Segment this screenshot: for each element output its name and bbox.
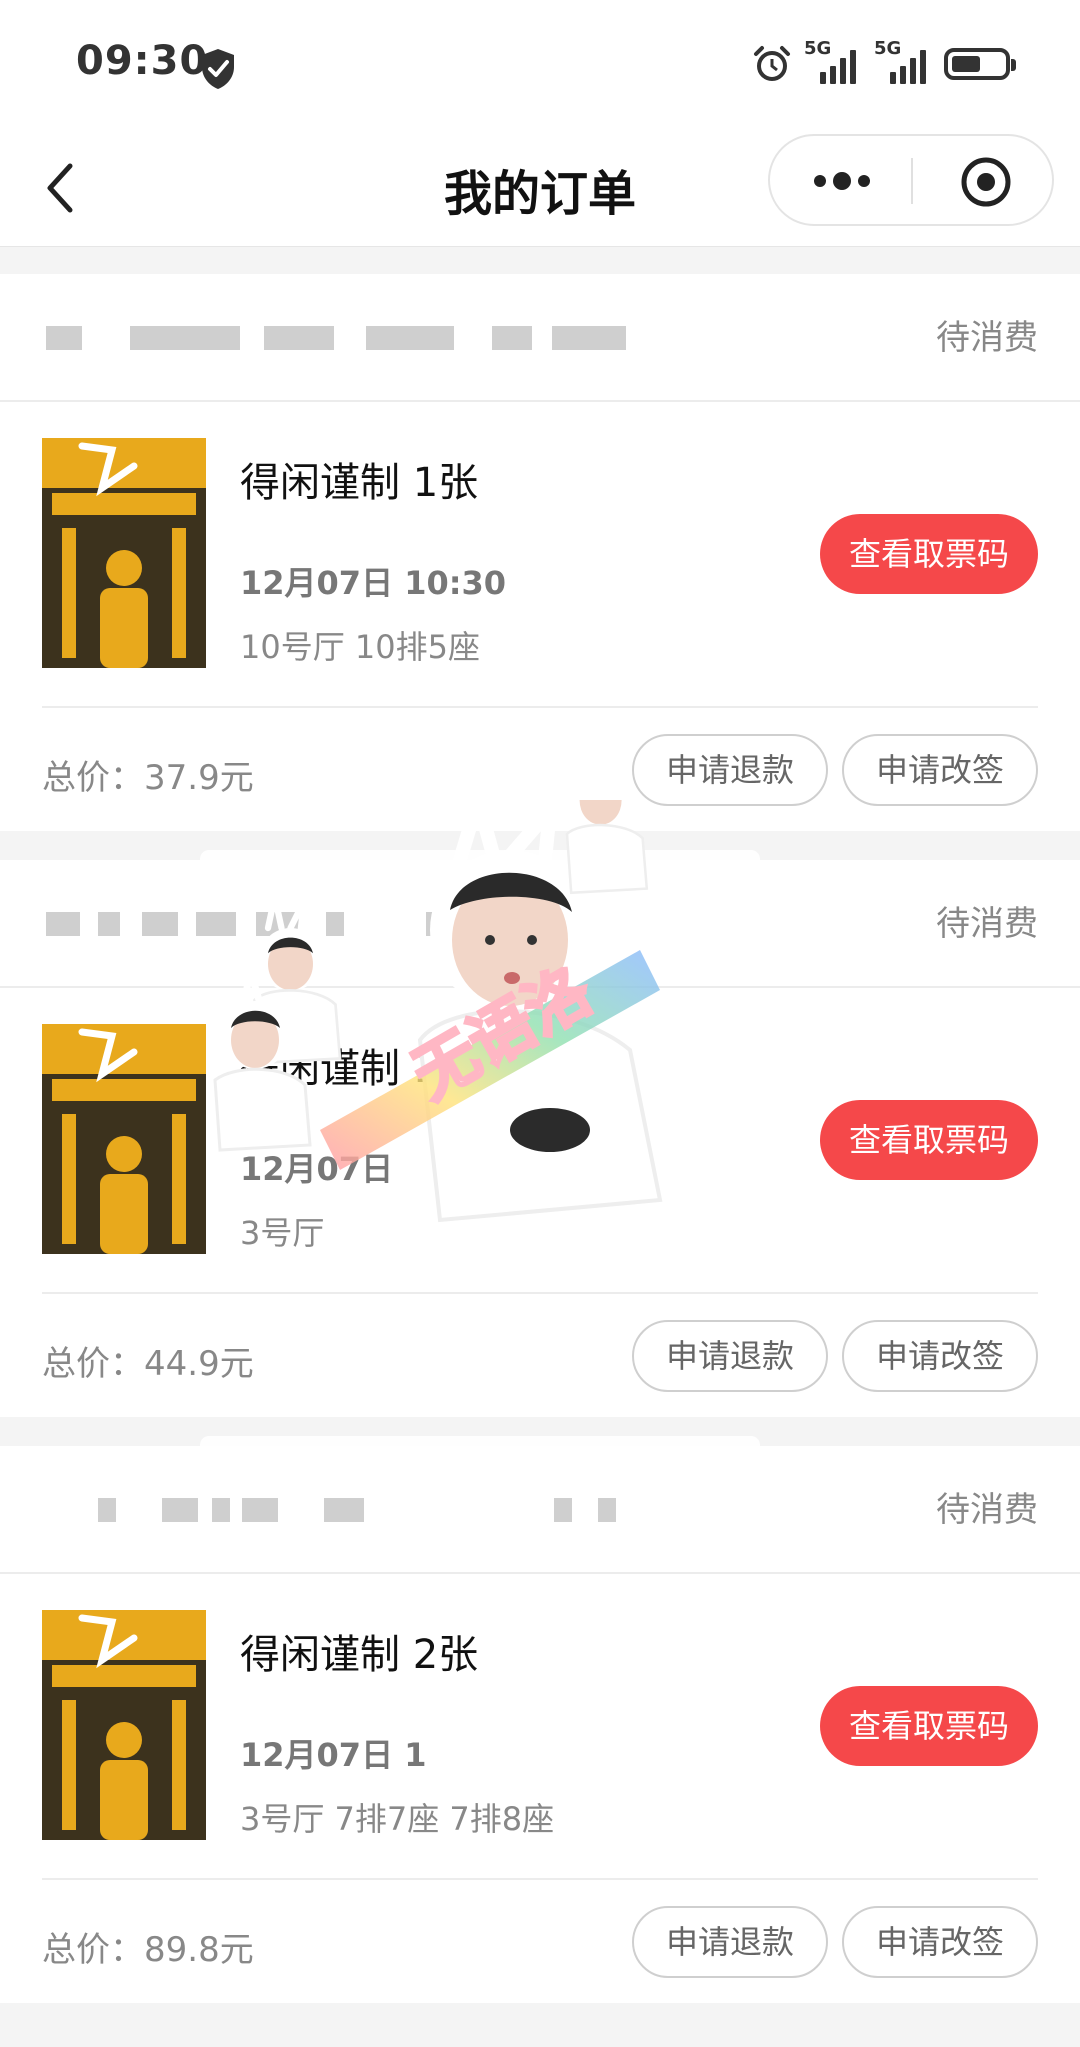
view-ticket-code-button[interactable]: 查看取票码 (820, 514, 1038, 594)
order-status: 待消费 (936, 1490, 1038, 1530)
order-card[interactable]: 待消费 得闲谨制 2张 12月07日 1 3号厅 7排7座 7排8座 查看取票码… (0, 1436, 1080, 2003)
cinema-name-blurred (46, 904, 626, 944)
movie-name: 得闲谨制 1张 (240, 460, 479, 506)
target-icon[interactable] (960, 156, 1012, 208)
divider (42, 1292, 1038, 1294)
order-card[interactable]: 待消费 得闲谨制 1张 12月07日 10:30 10号厅 10排5座 查看取票… (0, 274, 1080, 831)
signal-icon-2: 5G (874, 38, 932, 84)
seat-info: 3号厅 (240, 1214, 325, 1252)
capsule-divider (911, 158, 913, 204)
movie-poster[interactable] (42, 1024, 206, 1254)
divider (42, 1878, 1038, 1880)
total-price: 总价：89.8元 (42, 1930, 254, 1970)
mini-program-capsule (768, 134, 1054, 226)
signal-icon: 5G (804, 38, 862, 84)
order-status: 待消费 (936, 318, 1038, 358)
battery-icon (944, 48, 1016, 80)
show-time: 12月07日 10:30 (240, 564, 507, 602)
refund-button[interactable]: 申请退款 (632, 1320, 828, 1392)
seat-info: 10号厅 10排5座 (240, 628, 480, 666)
order-status: 待消费 (936, 904, 1038, 944)
nav-bar: 我的订单 (0, 130, 1080, 247)
card-header: 待消费 (0, 274, 1080, 402)
change-ticket-button[interactable]: 申请改签 (842, 1320, 1038, 1392)
card-header: 待消费 (0, 1446, 1080, 1574)
divider (42, 706, 1038, 708)
more-icon[interactable] (810, 169, 874, 193)
shield-icon (202, 49, 234, 89)
view-ticket-code-button[interactable]: 查看取票码 (820, 1686, 1038, 1766)
show-time: 12月07日 1 (240, 1736, 427, 1774)
view-ticket-code-button[interactable]: 查看取票码 (820, 1100, 1038, 1180)
total-price: 总价：44.9元 (42, 1344, 254, 1384)
order-card[interactable]: 待消费 得闲谨制 1张 12月07日 3号厅 查看取票码 总价：44.9元 申请… (0, 850, 1080, 1417)
card-header: 待消费 (0, 860, 1080, 988)
movie-poster[interactable] (42, 1610, 206, 1840)
status-bar: 09:30 5G 5G (0, 0, 1080, 130)
change-ticket-button[interactable]: 申请改签 (842, 734, 1038, 806)
movie-name: 得闲谨制 1张 (240, 1046, 479, 1092)
alarm-icon (754, 46, 790, 81)
status-time: 09:30 (76, 38, 209, 84)
movie-poster[interactable] (42, 438, 206, 668)
total-price: 总价：37.9元 (42, 758, 254, 798)
cinema-name-blurred (46, 1490, 626, 1530)
refund-button[interactable]: 申请退款 (632, 1906, 828, 1978)
refund-button[interactable]: 申请退款 (632, 734, 828, 806)
change-ticket-button[interactable]: 申请改签 (842, 1906, 1038, 1978)
show-time: 12月07日 (240, 1150, 394, 1188)
seat-info: 3号厅 7排7座 7排8座 (240, 1800, 555, 1838)
cinema-name-blurred (46, 318, 626, 358)
movie-name: 得闲谨制 2张 (240, 1632, 479, 1678)
status-icons: 5G 5G (752, 38, 1016, 84)
